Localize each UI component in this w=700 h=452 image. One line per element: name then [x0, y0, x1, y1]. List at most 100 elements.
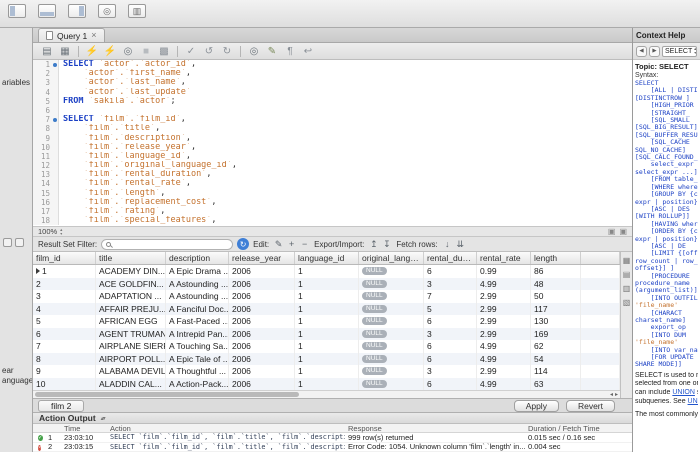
table-cell[interactable]: 2	[33, 278, 96, 291]
table-cell[interactable]: 114	[531, 365, 581, 378]
table-row[interactable]: 6AGENT TRUMANA Intrepid Pan...20061NULL3…	[33, 328, 620, 341]
table-row[interactable]: 2ACE GOLDFIN...A Astounding ...20061NULL…	[33, 278, 620, 291]
table-cell[interactable]: 169	[531, 328, 581, 341]
table-row[interactable]: 9ALABAMA DEVILA Thoughtful ...20061NULL3…	[33, 365, 620, 378]
sidebar-tool-icon[interactable]	[3, 238, 12, 247]
form-editor-side-icon[interactable]: ▤	[623, 270, 631, 279]
beautify-icon[interactable]: ✎	[265, 45, 279, 58]
table-cell[interactable]: ACADEMY DIN...	[96, 265, 166, 278]
table-cell[interactable]: 5	[33, 315, 96, 328]
table-cell[interactable]: 117	[531, 303, 581, 316]
table-cell[interactable]: 1	[295, 315, 359, 328]
table-cell[interactable]: A Astounding ...	[166, 278, 229, 291]
table-cell[interactable]: NULL	[359, 353, 424, 366]
column-header-rental_rate[interactable]: rental_rate	[477, 252, 531, 264]
table-cell[interactable]: 1	[295, 278, 359, 291]
table-cell[interactable]: 86	[531, 265, 581, 278]
table-cell[interactable]: AIRPORT POLL...	[96, 353, 166, 366]
table-cell[interactable]: 2.99	[477, 315, 531, 328]
table-cell[interactable]: A Astounding ...	[166, 290, 229, 303]
column-header-title[interactable]: title	[96, 252, 166, 264]
table-row[interactable]: 7AIRPLANE SIERRAA Touching Sa...20061NUL…	[33, 340, 620, 353]
column-header-description[interactable]: description	[166, 252, 229, 264]
table-cell[interactable]: A Touching Sa...	[166, 340, 229, 353]
table-cell[interactable]: 6	[424, 340, 477, 353]
table-cell[interactable]: NULL	[359, 328, 424, 341]
execute-icon[interactable]: ⚡	[85, 45, 99, 58]
table-cell[interactable]: 62	[531, 340, 581, 353]
table-cell[interactable]: NULL	[359, 315, 424, 328]
table-cell[interactable]: 3	[424, 365, 477, 378]
table-cell[interactable]: AFRICAN EGG	[96, 315, 166, 328]
table-cell[interactable]: 6	[424, 315, 477, 328]
union-link[interactable]: UNION	[688, 398, 698, 405]
table-cell[interactable]: 130	[531, 315, 581, 328]
table-cell[interactable]: 3	[33, 290, 96, 303]
table-cell[interactable]: 2006	[229, 340, 295, 353]
column-header-length[interactable]: length	[531, 252, 581, 264]
table-cell[interactable]: AGENT TRUMAN	[96, 328, 166, 341]
table-cell[interactable]: 4	[33, 303, 96, 316]
apply-button[interactable]: Apply	[514, 400, 559, 412]
table-cell[interactable]: 1	[295, 265, 359, 278]
table-cell[interactable]: 3	[424, 328, 477, 341]
scroll-right-icon[interactable]	[615, 391, 618, 398]
table-cell[interactable]: 1	[295, 378, 359, 391]
table-cell[interactable]: 2.99	[477, 328, 531, 341]
sidebar-tool-icon[interactable]	[15, 238, 24, 247]
table-cell[interactable]: NULL	[359, 365, 424, 378]
stop-on-error-icon[interactable]: ▩	[157, 45, 171, 58]
utilities-icon[interactable]: ▥	[128, 4, 146, 18]
table-cell[interactable]: 63	[531, 378, 581, 391]
close-tab-icon[interactable]	[91, 31, 96, 40]
sidebar-item-release-year[interactable]: ear	[2, 366, 14, 375]
table-cell[interactable]: 50	[531, 290, 581, 303]
table-cell[interactable]: ADAPTATION ...	[96, 290, 166, 303]
scroll-left-icon[interactable]	[610, 391, 613, 398]
table-cell[interactable]: 2.99	[477, 303, 531, 316]
union-link[interactable]: UNION	[672, 389, 695, 396]
table-cell[interactable]: 2.99	[477, 365, 531, 378]
topic-dropdown[interactable]: SELECT	[662, 46, 697, 57]
table-cell[interactable]: AIRPLANE SIERRA	[96, 340, 166, 353]
table-cell[interactable]: 2006	[229, 353, 295, 366]
table-cell[interactable]: 6	[33, 328, 96, 341]
table-cell[interactable]: 7	[424, 290, 477, 303]
table-cell[interactable]: 4.99	[477, 278, 531, 291]
zoom-stepper[interactable]	[60, 228, 62, 235]
table-cell[interactable]: 8	[33, 353, 96, 366]
output-row[interactable]: ×223:03:15SELECT `film`.`film_id`, `film…	[33, 443, 632, 452]
editor-layout-icon[interactable]: ▣	[608, 227, 616, 236]
table-cell[interactable]: 4.99	[477, 353, 531, 366]
table-cell[interactable]: NULL	[359, 378, 424, 391]
table-cell[interactable]: 48	[531, 278, 581, 291]
sql-editor[interactable]: 1SELECT `actor`.`actor_id`,2 `actor`.`fi…	[33, 60, 632, 226]
table-cell[interactable]: ALABAMA DEVIL	[96, 365, 166, 378]
table-cell[interactable]: ALADDIN CAL...	[96, 378, 166, 391]
delete-record-icon[interactable]: −	[299, 239, 310, 250]
table-cell[interactable]: 9	[33, 365, 96, 378]
table-cell[interactable]: 6	[424, 353, 477, 366]
table-cell[interactable]: 1	[295, 365, 359, 378]
table-row[interactable]: 5AFRICAN EGGA Fast-Paced ...20061NULL62.…	[33, 315, 620, 328]
panel-selector-icon[interactable]	[101, 415, 105, 422]
table-cell[interactable]: NULL	[359, 290, 424, 303]
table-cell[interactable]: 1	[295, 303, 359, 316]
export-icon[interactable]: ↥	[368, 239, 379, 250]
table-cell[interactable]: 10	[33, 378, 96, 391]
commit-icon[interactable]: ✓	[184, 45, 198, 58]
execute-current-icon[interactable]: ⚡	[103, 45, 117, 58]
table-cell[interactable]: 5	[424, 303, 477, 316]
column-header-rental_duration[interactable]: rental_duration	[424, 252, 477, 264]
table-cell[interactable]: 4.99	[477, 340, 531, 353]
add-record-icon[interactable]: +	[286, 239, 297, 250]
rollback-icon[interactable]: ↺	[202, 45, 216, 58]
back-icon[interactable]: ◀	[636, 46, 647, 57]
table-cell[interactable]: A Epic Tale of ...	[166, 353, 229, 366]
table-cell[interactable]: NULL	[359, 340, 424, 353]
secondary-sidebar-toggle-icon[interactable]	[68, 4, 86, 18]
table-cell[interactable]: 1	[295, 328, 359, 341]
table-cell[interactable]: 6	[424, 265, 477, 278]
table-cell[interactable]: 2006	[229, 328, 295, 341]
table-cell[interactable]: 2006	[229, 303, 295, 316]
